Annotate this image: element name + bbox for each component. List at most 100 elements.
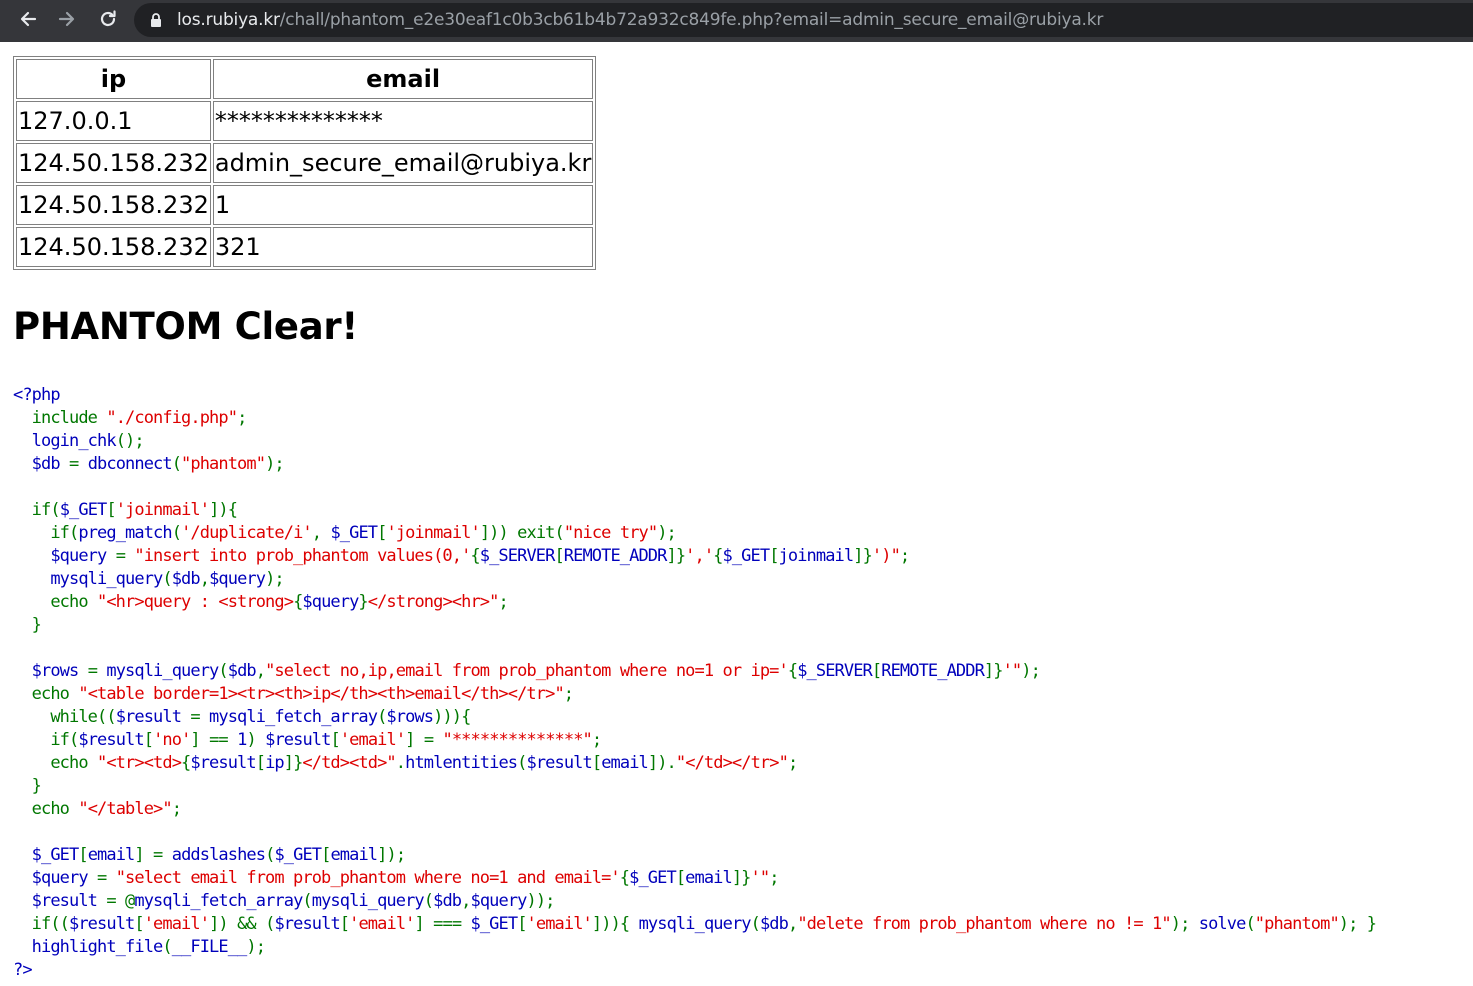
code-token: "select email from prob_phantom where no… bbox=[115, 868, 621, 888]
code-token: = bbox=[97, 868, 116, 888]
code-token: dbconnect bbox=[87, 454, 173, 474]
code-token: ( bbox=[302, 891, 312, 911]
code-line: $query = "select email from prob_phantom… bbox=[13, 868, 780, 888]
code-token: echo bbox=[13, 799, 79, 819]
code-token: "select no,ip,email from prob_phantom wh… bbox=[265, 661, 789, 681]
code-token: [ bbox=[78, 845, 88, 865]
cell-ip: 124.50.158.232 bbox=[16, 227, 211, 267]
code-token: [ bbox=[106, 500, 116, 520]
code-token: mysqli_query bbox=[311, 891, 425, 911]
code-token: ; bbox=[171, 799, 182, 819]
code-token: $query bbox=[302, 592, 359, 612]
code-token: mysqli_query bbox=[106, 661, 219, 681]
forward-button[interactable] bbox=[50, 0, 84, 38]
clear-message: PHANTOM Clear! bbox=[13, 305, 358, 348]
code-token: ; bbox=[498, 592, 508, 612]
code-token: ] = bbox=[134, 845, 172, 865]
header-ip: ip bbox=[16, 59, 211, 99]
code-line: if(($result['email']) && ($result['email… bbox=[13, 914, 1377, 934]
code-token: ]} bbox=[666, 546, 686, 566]
code-line: } bbox=[13, 776, 42, 796]
code-token: mysqli_fetch_array bbox=[134, 891, 303, 911]
code-line: if(preg_match('/duplicate/i', $_GET['joi… bbox=[13, 523, 676, 543]
code-token: "<hr>query : <strong> bbox=[97, 592, 294, 612]
code-token: mysqli_fetch_array bbox=[209, 707, 378, 727]
code-token: login_chk bbox=[13, 431, 117, 451]
code-token: $_GET bbox=[274, 845, 322, 865]
code-token: if( bbox=[13, 523, 79, 543]
code-token: { bbox=[787, 661, 798, 681]
code-token: [ bbox=[591, 753, 602, 773]
header-email: email bbox=[212, 59, 594, 99]
table-row: 124.50.158.232 321 bbox=[16, 227, 594, 267]
code-token: ( bbox=[218, 661, 228, 681]
code-token: '" bbox=[1002, 661, 1023, 681]
cell-email: 1 bbox=[212, 185, 594, 225]
address-bar[interactable]: los.rubiya.kr/chall/phantom_e2e30eaf1c0b… bbox=[134, 3, 1473, 37]
code-token: = bbox=[87, 661, 107, 681]
table-header-row: ip email bbox=[16, 59, 594, 99]
code-line: login_chk(); bbox=[13, 431, 145, 451]
code-token: email bbox=[87, 845, 136, 865]
code-token: ; bbox=[769, 868, 779, 888]
code-token: , bbox=[787, 914, 798, 934]
code-token: $db bbox=[13, 454, 70, 474]
code-token: = bbox=[115, 546, 135, 566]
code-token: ])){ bbox=[591, 914, 639, 934]
url-text[interactable]: los.rubiya.kr/chall/phantom_e2e30eaf1c0b… bbox=[177, 10, 1103, 30]
back-button[interactable] bbox=[11, 0, 45, 38]
code-token: ); bbox=[1170, 914, 1199, 934]
code-token: ] = bbox=[405, 730, 443, 750]
code-token: ; bbox=[237, 408, 247, 428]
code-token: ]} bbox=[983, 661, 1004, 681]
code-token: $db bbox=[759, 914, 789, 934]
code-token: '" bbox=[750, 868, 771, 888]
code-token: $_GET bbox=[330, 523, 378, 543]
code-token: ); } bbox=[1338, 914, 1377, 934]
code-token: $result bbox=[526, 753, 593, 773]
code-token: 'email' bbox=[339, 730, 406, 750]
code-token: ] === bbox=[414, 914, 471, 934]
code-token: } bbox=[13, 615, 42, 635]
code-token: ); bbox=[265, 569, 285, 589]
code-token: mysqli_query bbox=[638, 914, 752, 934]
code-token: $result bbox=[115, 707, 191, 727]
code-token: email bbox=[330, 845, 378, 865]
code-token: ( bbox=[171, 523, 182, 543]
table-row: 124.50.158.232 1 bbox=[16, 185, 594, 225]
code-token: $_GET bbox=[470, 914, 519, 934]
code-line: echo "</table>"; bbox=[13, 799, 182, 819]
cell-email: 321 bbox=[212, 227, 594, 267]
code-token: [ bbox=[330, 730, 340, 750]
code-line: include "./config.php"; bbox=[13, 408, 248, 428]
code-line: if($result['no'] == 1) $result['email'] … bbox=[13, 730, 602, 750]
code-line: echo "<table border=1><tr><th>ip</th><th… bbox=[13, 684, 574, 704]
code-line: mysqli_query($db,$query); bbox=[13, 569, 284, 589]
code-token: $result bbox=[78, 730, 144, 750]
code-token: "**************" bbox=[442, 730, 593, 750]
result-table: ip email 127.0.0.1 ************** 124.50… bbox=[13, 56, 597, 270]
reload-button[interactable] bbox=[91, 0, 125, 38]
code-token: { bbox=[713, 546, 723, 566]
code-token: "<tr><td> bbox=[97, 753, 182, 773]
code-token: [ bbox=[339, 914, 350, 934]
code-token: 'joinmail' bbox=[386, 523, 480, 543]
code-token: $query bbox=[209, 569, 266, 589]
code-token: ip bbox=[265, 753, 285, 773]
code-token: $_GET bbox=[59, 500, 108, 520]
code-line: if($_GET['joinmail']){ bbox=[13, 500, 238, 520]
code-token: ?> bbox=[13, 960, 33, 980]
code-token: $_SERVER bbox=[797, 661, 873, 681]
code-token: (); bbox=[115, 431, 145, 451]
browser-toolbar: los.rubiya.kr/chall/phantom_e2e30eaf1c0b… bbox=[0, 0, 1473, 42]
code-line: <?php bbox=[13, 385, 61, 405]
code-line: $_GET[email] = addslashes($_GET[email]); bbox=[13, 845, 406, 865]
code-token: , bbox=[199, 569, 210, 589]
code-token: include bbox=[13, 408, 107, 428]
code-token: ; bbox=[899, 546, 910, 566]
code-token: 'email' bbox=[526, 914, 593, 934]
code-token: [ bbox=[769, 546, 779, 566]
arrow-left-icon bbox=[20, 11, 37, 27]
code-token: preg_match bbox=[78, 523, 172, 543]
code-token: } bbox=[13, 776, 42, 796]
